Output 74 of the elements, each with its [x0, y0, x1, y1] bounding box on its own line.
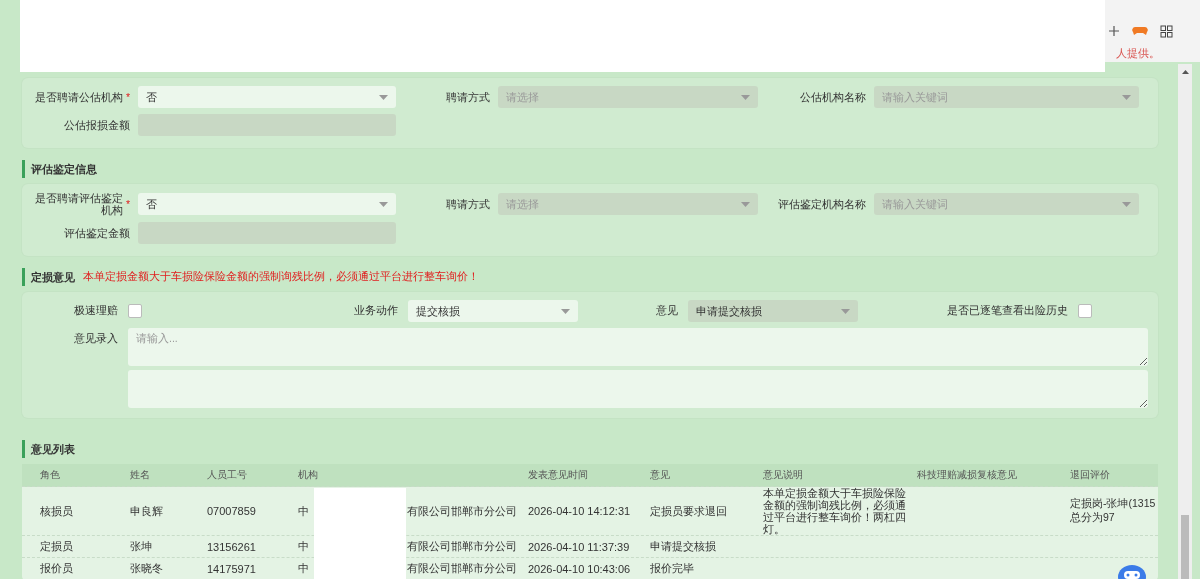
- table-cell-text: 定损岗-张坤(1315: [1070, 497, 1157, 512]
- field-label: 评估鉴定金额: [64, 227, 130, 240]
- table-cell: 报价完毕: [650, 562, 694, 575]
- table-cell: 有限公司邯郸市分公司: [407, 539, 517, 555]
- column-header: 机构: [298, 469, 318, 481]
- checkbox[interactable]: [1078, 304, 1092, 319]
- column-header: 人员工号: [207, 469, 247, 481]
- select-field[interactable]: 否: [138, 193, 396, 216]
- field-label: 意见录入: [74, 332, 118, 345]
- select-field[interactable]: 提交核损: [408, 300, 578, 323]
- caret-icon: [741, 95, 750, 100]
- column-header: 发表意见时间: [528, 469, 588, 481]
- table-cell-text: 总分为97: [1070, 511, 1116, 526]
- field-label: 意见: [656, 304, 678, 317]
- field-label: 是否聘请评估鉴定机构: [33, 192, 123, 217]
- table-cell: 报价员: [40, 562, 73, 575]
- column-header: 意见说明: [763, 469, 803, 481]
- field-label: 是否聘请公估机构: [34, 90, 123, 104]
- table-cell: 有限公司邯郸市分公司: [407, 561, 517, 577]
- column-header: 姓名: [130, 469, 150, 481]
- scrollbar-thumb[interactable]: [1181, 515, 1189, 579]
- field-label: 聘请方式: [446, 198, 490, 211]
- caret-icon: [1122, 95, 1131, 100]
- warning-text: 本单定损金额大于车损险保险金额的强制询残比例，必须通过平台进行整车询价！: [83, 270, 479, 285]
- table-cell: 2026-04-10 10:43:06: [528, 562, 631, 575]
- section-title: 评估鉴定信息: [31, 161, 97, 177]
- caret-icon: [741, 202, 750, 208]
- opinion-textarea[interactable]: [128, 370, 1148, 409]
- field-label: 业务动作: [354, 304, 398, 317]
- field-label: 聘请方式: [446, 90, 490, 104]
- table-cell: 定损员: [40, 540, 73, 553]
- caret-icon: [561, 309, 570, 315]
- table-cell: 定损员要求退回: [650, 504, 727, 517]
- table-cell: 2026-04-10 11:37:39: [528, 540, 630, 553]
- table-cell-text: 中: [298, 503, 310, 519]
- caret-icon: [379, 202, 388, 208]
- table-cell-text: 中: [298, 539, 310, 555]
- checkbox[interactable]: [128, 304, 142, 319]
- table-cell: 13156261: [207, 540, 256, 553]
- table-cell: 申良辉: [130, 504, 163, 517]
- grid-icon[interactable]: [1160, 24, 1173, 38]
- table-cell: 14175971: [207, 562, 256, 575]
- caret-icon: [379, 95, 388, 100]
- column-header: 角色: [40, 469, 60, 481]
- opinion-textarea[interactable]: 请输入...: [128, 328, 1148, 367]
- table-cell: 张坤: [130, 540, 152, 553]
- table-cell: 有限公司邯郸市分公司: [407, 503, 517, 519]
- field-label: 极速理赔: [74, 304, 118, 317]
- caret-icon: [841, 309, 850, 315]
- field-label: 公估报损金额: [64, 118, 130, 132]
- section-title: 定损意见: [31, 269, 75, 285]
- table-cell-text: 中: [298, 561, 310, 577]
- notice-text: 人提供。: [1116, 46, 1160, 61]
- table-cell: 2026-04-10 14:12:31: [528, 505, 631, 518]
- field-label: 公估机构名称: [800, 90, 866, 104]
- caret-icon: [1122, 202, 1131, 208]
- table-cell: 申请提交核损: [650, 540, 716, 553]
- scrollbar[interactable]: [1178, 64, 1192, 579]
- gamepad-icon[interactable]: [1132, 25, 1148, 37]
- new-tab-icon[interactable]: [1108, 25, 1120, 37]
- field-label: 是否已逐笔查看出险历史: [947, 304, 1068, 317]
- column-header: 科技理赔减损复核意见: [917, 469, 1017, 481]
- scroll-up-icon[interactable]: [1181, 70, 1189, 74]
- table-cell: 核损员: [40, 504, 73, 517]
- table-cell: 张晓冬: [130, 562, 163, 575]
- field-label: 评估鉴定机构名称: [778, 198, 866, 211]
- table-cell: 07007859: [207, 505, 256, 518]
- select-field[interactable]: 否: [138, 86, 396, 108]
- required-mark: *: [125, 198, 130, 211]
- table-cell-text: 本单定损金额大于车损险保险金额的强制询残比例，必须通过平台进行整车询价！两杠四灯。: [763, 487, 907, 536]
- section-title: 意见列表: [31, 441, 75, 457]
- column-header: 退回评价: [1070, 469, 1110, 481]
- column-header: 意见: [650, 469, 670, 481]
- required-mark: *: [125, 90, 130, 104]
